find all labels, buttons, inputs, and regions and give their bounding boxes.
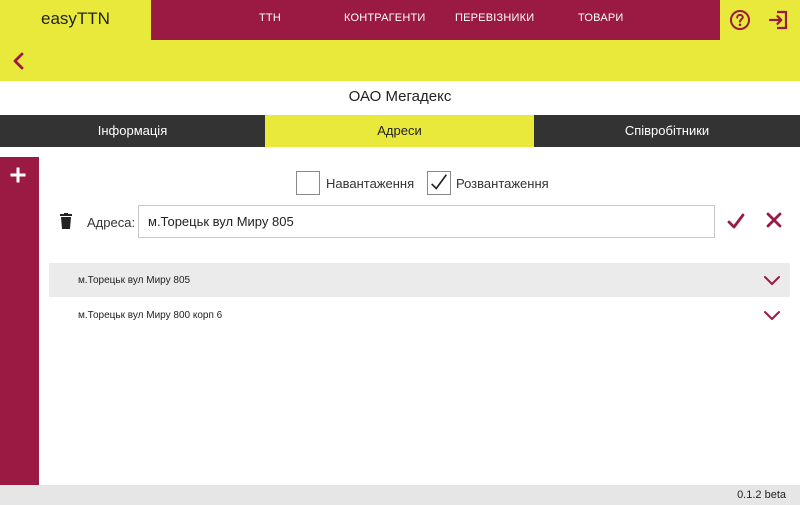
nav-item-counterparties[interactable]: КОНТРАГЕНТИ	[344, 12, 426, 24]
footer: 0.1.2 beta	[0, 485, 800, 505]
tab-info[interactable]: Інформація	[0, 115, 265, 147]
tab-addresses[interactable]: Адреси	[265, 115, 534, 147]
nav-item-ttn[interactable]: ТТН	[259, 12, 281, 24]
nav-item-goods[interactable]: ТОВАРИ	[578, 12, 624, 24]
unloading-label: Розвантаження	[456, 176, 549, 191]
top-bar: easyTTN ТТН КОНТРАГЕНТИ ПЕРЕВІЗНИКИ ТОВА…	[0, 0, 800, 40]
address-list-item[interactable]: м.Торецьк вул Миру 805	[49, 263, 790, 297]
address-list-item-text: м.Торецьк вул Миру 800 корп 6	[78, 310, 223, 321]
address-type-options: Навантаження Розвантаження	[296, 171, 556, 197]
sidebar	[0, 157, 39, 485]
page-title: ОАО Мегадекс	[348, 88, 452, 105]
logout-icon[interactable]	[768, 9, 790, 31]
app-logo: easyTTN	[41, 9, 110, 28]
plus-icon[interactable]	[10, 167, 26, 183]
loading-checkbox[interactable]	[296, 171, 320, 195]
address-label: Адреса:	[87, 215, 136, 230]
tab-employees[interactable]: Співробітники	[534, 115, 800, 147]
address-list-item[interactable]: м.Торецьк вул Миру 800 корп 6	[49, 298, 790, 332]
chevron-down-icon[interactable]	[764, 274, 780, 286]
tab-bar: Інформація Адреси Співробітники	[0, 115, 800, 147]
close-icon[interactable]	[766, 212, 782, 228]
unloading-checkbox[interactable]	[427, 171, 451, 195]
check-icon[interactable]	[727, 212, 745, 230]
back-bar	[0, 40, 800, 81]
trash-icon[interactable]	[59, 213, 73, 229]
nav-item-carriers[interactable]: ПЕРЕВІЗНИКИ	[455, 12, 534, 24]
chevron-down-icon[interactable]	[764, 309, 780, 321]
address-list-item-text: м.Торецьк вул Миру 805	[78, 275, 191, 286]
loading-label: Навантаження	[326, 176, 415, 191]
checkmark-icon	[431, 174, 447, 190]
main-nav: ТТН КОНТРАГЕНТИ ПЕРЕВІЗНИКИ ТОВАРИ	[151, 0, 720, 40]
version-label: 0.1.2 beta	[737, 489, 786, 501]
address-input[interactable]	[138, 205, 715, 238]
chevron-left-icon[interactable]	[10, 51, 28, 71]
help-circle-icon[interactable]	[729, 9, 751, 31]
